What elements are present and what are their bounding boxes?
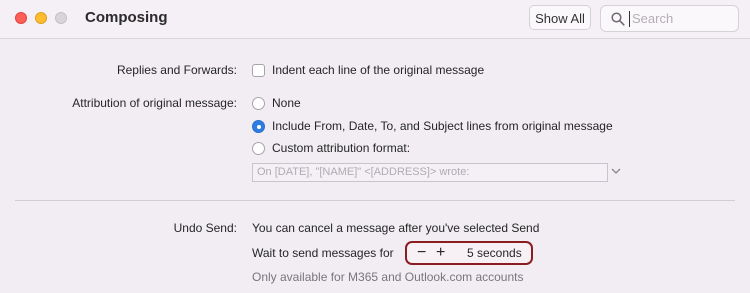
search-icon xyxy=(611,12,625,26)
attribution-include-radio[interactable] xyxy=(252,120,265,133)
attribution-none-label: None xyxy=(272,96,301,110)
increment-button[interactable]: + xyxy=(436,245,445,261)
indent-lines-checkbox[interactable] xyxy=(252,64,265,77)
attribution-label: Attribution of original message: xyxy=(72,96,237,110)
text-cursor xyxy=(629,11,630,27)
custom-attribution-format-field[interactable]: On [DATE], "[NAME]" <[ADDRESS]> wrote: xyxy=(252,163,608,182)
minimize-window-button[interactable] xyxy=(35,12,47,24)
undo-send-description: You can cancel a message after you've se… xyxy=(252,221,540,235)
attribution-custom-radio[interactable] xyxy=(252,142,265,155)
section-divider xyxy=(15,200,735,201)
replies-forwards-label: Replies and Forwards: xyxy=(116,63,237,77)
show-all-button[interactable]: Show All xyxy=(529,5,591,30)
search-placeholder: Search xyxy=(632,11,674,26)
indent-lines-label: Indent each line of the original message xyxy=(272,63,485,77)
close-window-button[interactable] xyxy=(15,12,27,24)
title-bar: Composing Show All Search xyxy=(0,0,750,39)
attribution-include-label: Include From, Date, To, and Subject line… xyxy=(272,119,613,133)
zoom-window-button[interactable] xyxy=(55,12,67,24)
decrement-button[interactable]: − xyxy=(417,245,426,261)
wait-to-send-label: Wait to send messages for xyxy=(252,246,394,260)
undo-send-stepper: − + 5 seconds xyxy=(405,241,533,265)
attribution-none-radio[interactable] xyxy=(252,97,265,110)
chevron-down-icon[interactable] xyxy=(611,167,621,175)
search-field[interactable]: Search xyxy=(600,5,739,32)
delay-value: 5 seconds xyxy=(467,246,522,260)
undo-send-note: Only available for M365 and Outlook.com … xyxy=(252,270,524,284)
window-title: Composing xyxy=(85,9,168,26)
undo-send-label: Undo Send: xyxy=(173,221,237,235)
attribution-custom-label: Custom attribution format: xyxy=(272,141,411,155)
